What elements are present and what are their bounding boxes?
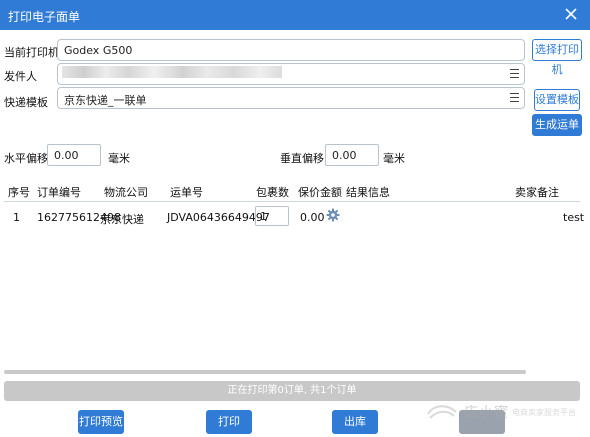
col-index: 序号 [8, 186, 30, 199]
printer-label: 当前打印机 [4, 46, 59, 59]
v-offset-input[interactable]: 0.00 [325, 144, 379, 166]
h-offset-label: 水平偏移 [4, 152, 48, 165]
v-offset-unit: 毫米 [383, 152, 405, 165]
col-insured: 保价金额 [298, 186, 342, 199]
progress-text: 正在打印第0订单, 共1个订单 [227, 385, 357, 396]
col-carrier: 物流公司 [104, 186, 148, 199]
watermark-brand: 店小蜜 [464, 405, 509, 421]
watermark-sub: 电商卖家服务平台 [512, 408, 576, 417]
menu-lines-icon[interactable] [510, 93, 519, 102]
col-remark: 卖家备注 [515, 186, 559, 199]
col-order-no: 订单编号 [37, 186, 81, 199]
h-offset-input[interactable]: 0.00 [47, 144, 101, 166]
horizontal-scrollbar[interactable] [4, 370, 526, 374]
choose-printer-button[interactable]: 选择打印机 [532, 39, 582, 76]
outbound-button[interactable]: 出库 [332, 410, 378, 434]
logo-icon [424, 402, 460, 429]
template-field[interactable]: 京东快递_一联单 [57, 87, 525, 109]
template-value: 京东快递_一联单 [64, 94, 147, 107]
title-bar: 打印电子面单 [0, 0, 590, 30]
sender-redacted [62, 66, 282, 78]
print-preview-button[interactable]: 打印预览 [78, 410, 124, 434]
table-divider [4, 201, 580, 202]
watermark: 店小蜜 电商卖家服务平台 [420, 398, 590, 430]
cell-insured: 0.00 [300, 211, 325, 224]
gear-icon[interactable] [326, 208, 340, 222]
h-offset-unit: 毫米 [108, 152, 130, 165]
template-label: 快递模板 [4, 96, 48, 109]
window-title: 打印电子面单 [8, 10, 81, 24]
col-packages: 包裹数 [256, 186, 289, 199]
set-template-button[interactable]: 设置模板 [534, 89, 580, 111]
printer-field[interactable]: Godex G500 [57, 39, 525, 61]
cell-index: 1 [13, 211, 20, 224]
col-waybill: 运单号 [170, 186, 203, 199]
generate-waybill-button[interactable]: 生成运单号 [532, 114, 582, 153]
cell-carrier: 京东快递 [100, 213, 144, 226]
col-result: 结果信息 [346, 186, 390, 199]
menu-lines-icon[interactable] [510, 69, 519, 78]
v-offset-label: 垂直偏移 [280, 152, 324, 165]
print-button[interactable]: 打印 [206, 410, 252, 434]
sender-label: 发件人 [4, 70, 37, 83]
cell-remark: test [563, 211, 585, 224]
package-count-input[interactable]: 1 [255, 206, 289, 226]
close-icon[interactable] [562, 5, 580, 23]
